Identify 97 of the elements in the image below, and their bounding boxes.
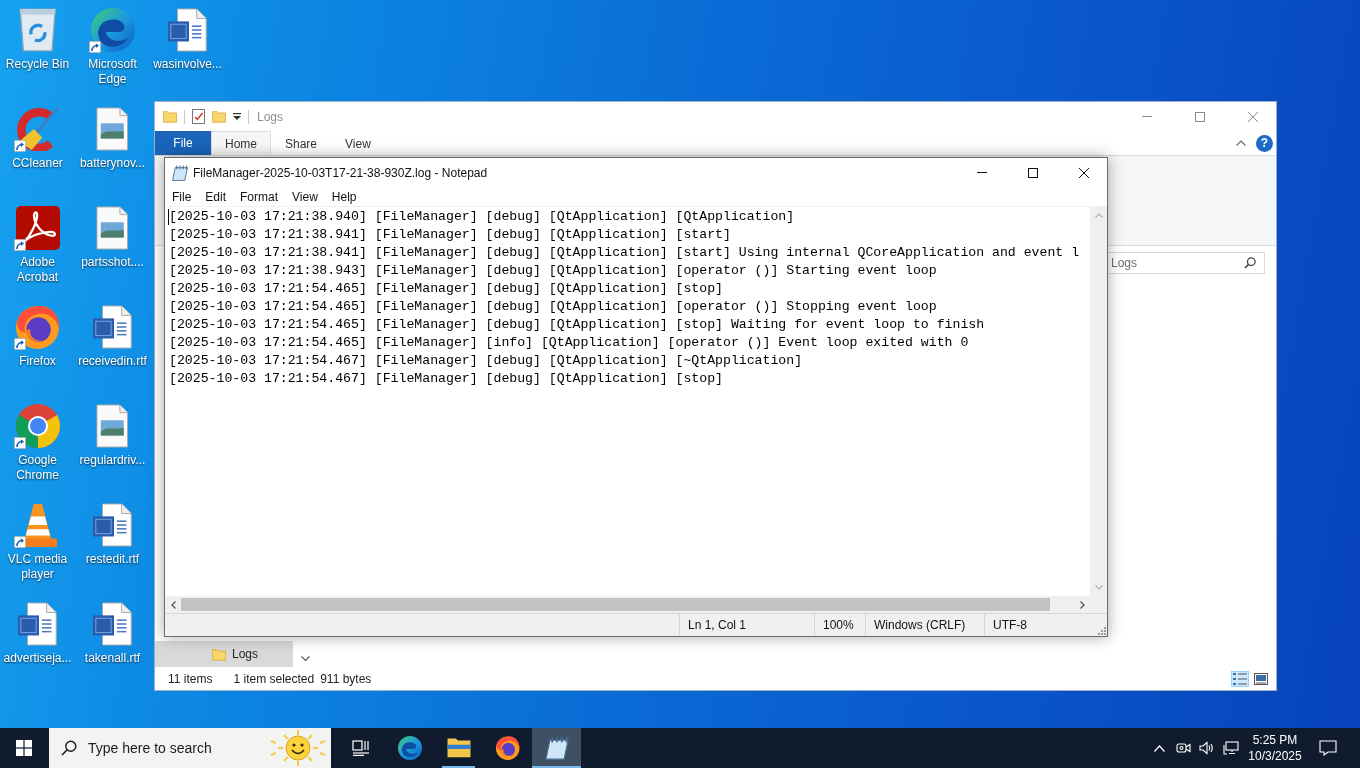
icon-label[interactable]: restedit.rtf [85, 552, 140, 567]
icon-label[interactable]: regulardriv... [79, 453, 146, 468]
icon-label[interactable]: Microsoft Edge [75, 57, 150, 87]
selection-size: 911 bytes [320, 672, 372, 686]
menu-item[interactable]: Format [233, 187, 286, 206]
large-icons-view-icon [1254, 673, 1268, 685]
search-icon [61, 740, 77, 756]
network-icon[interactable] [1223, 741, 1239, 755]
volume-icon[interactable] [1199, 741, 1215, 755]
word-document-icon[interactable] [92, 503, 133, 547]
folder-icon [212, 647, 226, 661]
ribbon-tab[interactable]: Home [211, 131, 271, 155]
menu-item[interactable]: Edit [198, 187, 234, 206]
close-icon [1248, 111, 1258, 122]
details-view-icon [1233, 673, 1247, 685]
firefox-icon [495, 736, 520, 760]
ribbon-tab[interactable]: View [331, 131, 385, 155]
text-cursor [168, 209, 169, 225]
image-file-icon[interactable] [96, 404, 129, 448]
firefox-icon[interactable] [15, 305, 60, 349]
edge-icon[interactable] [90, 8, 135, 52]
checklist-icon[interactable] [192, 109, 205, 124]
log-line: [2025-10-03 17:21:54.465] [FileManager] [debug] [QtApplication] [operator ()] Stopping event loop [169, 298, 938, 316]
icon-label[interactable]: Firefox [19, 354, 56, 369]
status-bar-field: Ln 1, Col 1 [679, 614, 814, 636]
caret-down-icon[interactable] [233, 113, 241, 120]
large-icons-view-button[interactable] [1252, 671, 1270, 687]
scrollbar-thumb[interactable] [181, 598, 1050, 611]
icon-label[interactable]: VLC media player [0, 552, 75, 582]
task-view-icon [351, 740, 370, 756]
clock[interactable]: 5:25 PM 10/3/2025 [1243, 728, 1307, 768]
log-line: [2025-10-03 17:21:54.467] [FileManager] [debug] [QtApplication] [~QtApplication] [169, 352, 804, 370]
icon-label[interactable]: wasinvolve... [153, 57, 222, 72]
scroll-right-icon[interactable] [1079, 600, 1085, 609]
log-line: [2025-10-03 17:21:38.940] [FileManager] [debug] [QtApplication] [QtApplication] [169, 208, 796, 226]
log-line: [2025-10-03 17:21:54.465] [FileManager] [debug] [QtApplication] [stop] Waiting for event loop to finish [169, 316, 986, 334]
status-bar-field: UTF-8 [984, 614, 1091, 636]
close-icon [1079, 167, 1089, 178]
icon-label[interactable]: CCleaner [12, 156, 63, 171]
taskbar-app-button[interactable] [532, 728, 581, 768]
word-document-icon[interactable] [17, 602, 58, 646]
ribbon-tab[interactable]: Share [271, 131, 332, 155]
icon-label[interactable]: takenall.rtf [84, 651, 141, 666]
ccleaner-icon[interactable] [15, 107, 60, 151]
maximize-icon [1195, 111, 1205, 122]
help-button[interactable]: ? [1256, 134, 1273, 152]
maximize-icon [1028, 167, 1038, 178]
icon-label[interactable]: Recycle Bin [5, 57, 70, 72]
menu-item[interactable]: Help [324, 187, 364, 206]
search-field[interactable]: Logs [1109, 252, 1265, 274]
edge-icon [397, 736, 422, 760]
scroll-left-icon[interactable] [170, 600, 176, 609]
log-line: [2025-10-03 17:21:54.467] [FileManager] [debug] [QtApplication] [stop] [169, 370, 724, 388]
log-line: [2025-10-03 17:21:38.941] [FileManager] [debug] [QtApplication] [start] [169, 226, 732, 244]
notepad-icon [172, 164, 188, 181]
word-document-icon[interactable] [92, 305, 133, 349]
log-line: [2025-10-03 17:21:38.943] [FileManager] [debug] [QtApplication] [operator ()] Starting event loop [169, 262, 938, 280]
nav-pane-item[interactable]: Logs [155, 641, 293, 667]
menu-item[interactable]: File [165, 187, 199, 206]
icon-label[interactable]: Adobe Acrobat [0, 255, 75, 285]
smiley-sun-icon [270, 729, 326, 767]
search-field[interactable]: Type here to search [49, 728, 331, 768]
meet-now-icon[interactable] [1175, 741, 1191, 755]
status-bar-field: Windows (CRLF) [865, 614, 984, 636]
acrobat-icon[interactable] [15, 206, 60, 250]
image-file-icon[interactable] [96, 206, 129, 250]
notepad-icon [544, 736, 569, 760]
icon-label[interactable]: Google Chrome [0, 453, 75, 483]
file-menu-button[interactable]: File [155, 131, 211, 155]
chevron-down-icon[interactable] [301, 655, 310, 661]
icon-label[interactable]: advertiseja... [3, 651, 72, 666]
window-title: FileManager-2025-10-03T17-21-38-930Z.log - Notepad [193, 165, 488, 180]
minimize-icon [977, 172, 987, 173]
icon-label[interactable]: partsshot.... [81, 255, 144, 270]
icon-label[interactable]: batterynov... [79, 156, 146, 171]
log-line: [2025-10-03 17:21:54.465] [FileManager] [debug] [QtApplication] [stop] [169, 280, 724, 298]
horizontal-scrollbar[interactable] [165, 596, 1090, 613]
notification-icon [1319, 740, 1337, 756]
word-document-icon[interactable] [92, 602, 133, 646]
folder-icon [446, 738, 471, 758]
windows-logo-icon [16, 740, 32, 756]
details-view-button[interactable] [1231, 671, 1249, 687]
log-line: [2025-10-03 17:21:38.941] [FileManager] [debug] [QtApplication] [start] Using internal QCoreApplication and event l [169, 244, 1081, 262]
item-count: 11 items [168, 672, 213, 686]
selection-info: 1 item selected [233, 672, 315, 686]
status-bar-field: 100% [814, 614, 865, 636]
image-file-icon[interactable] [96, 107, 129, 151]
menu-item[interactable]: View [285, 187, 325, 206]
log-line: [2025-10-03 17:21:54.465] [FileManager] [info] [QtApplication] [operator ()] Event loop exited with 0 [169, 334, 970, 352]
minimize-icon [1142, 116, 1152, 117]
word-document-icon[interactable] [167, 8, 208, 52]
search-icon [1244, 257, 1256, 269]
window-title: Logs [257, 109, 284, 124]
recycle-bin-icon[interactable] [18, 8, 57, 52]
resize-grip-icon[interactable] [1097, 626, 1106, 635]
chrome-icon[interactable] [15, 404, 60, 448]
icon-label[interactable]: receivedin.rtf [78, 354, 147, 369]
